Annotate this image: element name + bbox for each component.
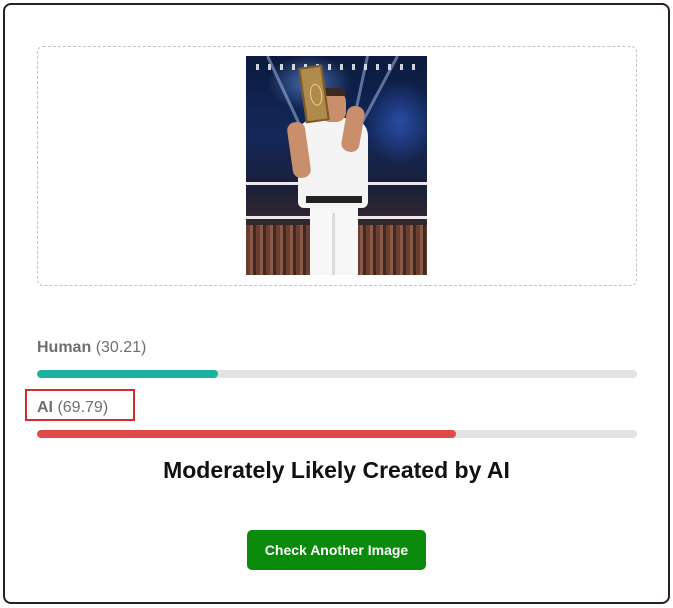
ai-label-text: AI bbox=[37, 399, 53, 416]
human-score-value: (30.21) bbox=[95, 339, 147, 356]
verdict-text: Moderately Likely Created by AI bbox=[163, 457, 510, 483]
check-another-image-button[interactable]: Check Another Image bbox=[247, 530, 426, 570]
ai-score-bar bbox=[37, 430, 637, 438]
ai-score-value: (69.79) bbox=[57, 399, 109, 416]
ai-score-fill bbox=[37, 430, 456, 438]
person-legs bbox=[310, 203, 358, 275]
held-book bbox=[298, 64, 330, 124]
human-score-label: Human (30.21) bbox=[37, 339, 146, 357]
human-score-fill bbox=[37, 370, 219, 378]
human-label-text: Human bbox=[37, 339, 92, 356]
person-belt bbox=[306, 196, 362, 203]
ai-score-label: AI (69.79) bbox=[37, 399, 108, 417]
uploaded-image bbox=[246, 56, 427, 275]
human-score-bar bbox=[37, 370, 637, 378]
